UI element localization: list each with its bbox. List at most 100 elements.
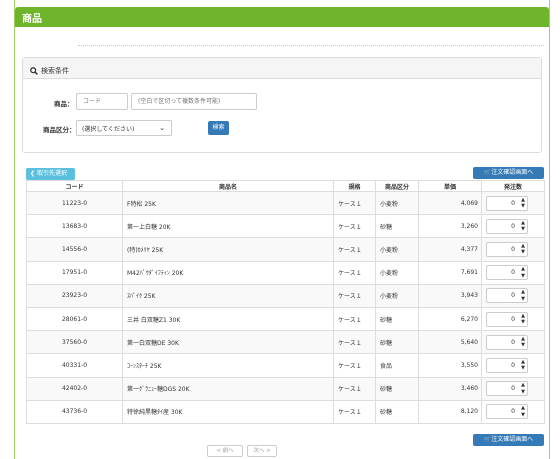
cell-category: 食品 (375, 353, 419, 378)
next-page-button[interactable]: 次へ > (247, 445, 277, 457)
cell-qty: 0 ▲ ▼ (481, 306, 545, 332)
quantity-stepper[interactable]: 0 ▲ ▼ (486, 357, 528, 373)
quantity-stepper[interactable]: 0 ▲ ▼ (486, 195, 528, 211)
cell-price: 3,460 (418, 376, 482, 401)
cell-name: ｽﾊﾟｲｸ 25K (122, 283, 334, 308)
spinner-arrows-icon[interactable]: ▲ ▼ (521, 313, 525, 326)
order-confirm-button-bottom[interactable]: 🛒注文確認画面へ (473, 434, 544, 446)
column-header-spec[interactable]: 規格 (333, 180, 376, 192)
chevron-down-icon: ⌄ (159, 124, 165, 132)
cell-spec: ケース１ (333, 237, 376, 262)
category-selected-value: (選択してください) (82, 126, 135, 133)
column-header-category[interactable]: 商品区分 (375, 180, 419, 192)
cell-code: 23923-0 (26, 283, 123, 308)
quantity-stepper[interactable]: 0 ▲ ▼ (486, 334, 528, 350)
product-name-input[interactable] (131, 93, 257, 110)
cell-price: 3,550 (418, 353, 482, 378)
product-table: コード 商品名 規格 商品区分 単価 発注数 11223-0 F特松 25K ケース… (26, 180, 545, 424)
order-confirm-label: 注文確認画面へ (491, 436, 534, 443)
table-row: 28061-0 三井 白双糖Z1 30K ケース１ 砂糖 6,270 0 ▲ ▼ (26, 306, 545, 332)
quantity-stepper[interactable]: 0 ▲ ▼ (486, 218, 528, 234)
cell-code: 28061-0 (26, 306, 123, 332)
spinner-arrows-icon[interactable]: ▲ ▼ (521, 266, 525, 279)
cell-code: 40331-0 (26, 353, 123, 378)
quantity-stepper[interactable]: 0 ▲ ▼ (486, 381, 528, 397)
cell-price: 6,270 (418, 306, 482, 332)
table-row: 13683-0 第一上白糖 20K ケース１ 砂糖 3,260 0 ▲ ▼ (26, 214, 545, 239)
category-select[interactable]: (選択してください) ⌄ (76, 120, 172, 136)
cell-spec: ケース１ (333, 353, 376, 378)
page-title: 商品 (15, 7, 549, 27)
column-header-name[interactable]: 商品名 (122, 180, 334, 192)
cell-category: 砂糖 (375, 376, 419, 401)
table-row: 11223-0 F特松 25K ケース１ 小麦粉 4,069 0 ▲ ▼ (26, 190, 545, 216)
cell-qty: 0 ▲ ▼ (481, 399, 545, 424)
cell-price: 5,640 (418, 330, 482, 355)
code-input[interactable] (76, 93, 128, 110)
quantity-stepper[interactable]: 0 ▲ ▼ (486, 404, 528, 420)
spinner-arrows-icon[interactable]: ▲ ▼ (521, 197, 525, 210)
cell-name: (特)ｶﾒﾘﾔ 25K (122, 237, 334, 262)
quantity-stepper[interactable]: 0 ▲ ▼ (486, 241, 528, 257)
left-border (14, 0, 15, 459)
cell-code: 11223-0 (26, 190, 123, 216)
search-panel: 検索条件 商品： 商品区分： (選択してください) ⌄ 検索 (22, 57, 542, 153)
back-to-supplier-button[interactable]: ❮ 取引先選択 (26, 168, 75, 180)
quantity-value: 0 (511, 315, 515, 323)
prev-page-button[interactable]: < 前へ (207, 445, 243, 457)
divider (78, 45, 544, 46)
cell-category: 砂糖 (375, 306, 419, 332)
order-confirm-button-top[interactable]: 🛒注文確認画面へ (473, 167, 544, 179)
cell-name: F特松 25K (122, 190, 334, 216)
spinner-arrows-icon[interactable]: ▲ ▼ (521, 405, 525, 418)
cell-code: 42402-0 (26, 376, 123, 401)
cell-name: 三井 白双糖Z1 30K (122, 306, 334, 332)
cell-price: 3,260 (418, 214, 482, 239)
spinner-arrows-icon[interactable]: ▲ ▼ (521, 382, 525, 395)
search-panel-header: 検索条件 (23, 58, 541, 79)
cell-qty: 0 ▲ ▼ (481, 237, 545, 262)
spinner-arrows-icon[interactable]: ▲ ▼ (521, 289, 525, 302)
table-header-row: コード 商品名 規格 商品区分 単価 発注数 (26, 180, 545, 192)
cell-name: 第一白双糖DE 30K (122, 330, 334, 355)
product-label: 商品： (54, 100, 74, 108)
spinner-arrows-icon[interactable]: ▲ ▼ (521, 220, 525, 233)
table-row: 37560-0 第一白双糖DE 30K ケース１ 砂糖 5,640 0 ▲ ▼ (26, 330, 545, 355)
cell-qty: 0 ▲ ▼ (481, 190, 545, 216)
cell-spec: ケース１ (333, 283, 376, 308)
quantity-value: 0 (511, 222, 515, 230)
spinner-arrows-icon[interactable]: ▲ ▼ (521, 243, 525, 256)
cell-qty: 0 ▲ ▼ (481, 214, 545, 239)
table-row: 17951-0 M42ﾊﾟｳﾀﾞｲﾌﾃｨﾝ 20K ケース１ 小麦粉 7,691 0 ▲ ▼ (26, 260, 545, 285)
cell-qty: 0 ▲ ▼ (481, 283, 545, 308)
quantity-value: 0 (511, 408, 515, 416)
quantity-value: 0 (511, 361, 515, 369)
quantity-value: 0 (511, 338, 515, 346)
cell-spec: ケース１ (333, 399, 376, 424)
column-header-qty[interactable]: 発注数 (481, 180, 545, 192)
cell-category: 砂糖 (375, 330, 419, 355)
cell-price: 4,069 (418, 190, 482, 216)
cell-price: 8,120 (418, 399, 482, 424)
column-header-code[interactable]: コード (26, 180, 123, 192)
cell-code: 17951-0 (26, 260, 123, 285)
spinner-arrows-icon[interactable]: ▲ ▼ (521, 359, 525, 372)
cell-spec: ケース１ (333, 260, 376, 285)
cell-code: 13683-0 (26, 214, 123, 239)
column-header-price[interactable]: 単価 (418, 180, 482, 192)
cell-spec: ケース１ (333, 306, 376, 332)
quantity-value: 0 (511, 292, 515, 300)
chevron-left-icon: ❮ (30, 170, 37, 177)
quantity-stepper[interactable]: 0 ▲ ▼ (486, 288, 528, 304)
cell-qty: 0 ▲ ▼ (481, 376, 545, 401)
spinner-arrows-icon[interactable]: ▲ ▼ (521, 336, 525, 349)
order-confirm-label: 注文確認画面へ (491, 169, 534, 176)
cell-code: 14556-0 (26, 237, 123, 262)
quantity-stepper[interactable]: 0 ▲ ▼ (486, 311, 528, 327)
category-label: 商品区分： (43, 126, 76, 134)
quantity-stepper[interactable]: 0 ▲ ▼ (486, 265, 528, 281)
search-button[interactable]: 検索 (208, 121, 229, 135)
cell-category: 砂糖 (375, 399, 419, 424)
cell-code: 37560-0 (26, 330, 123, 355)
cell-qty: 0 ▲ ▼ (481, 260, 545, 285)
